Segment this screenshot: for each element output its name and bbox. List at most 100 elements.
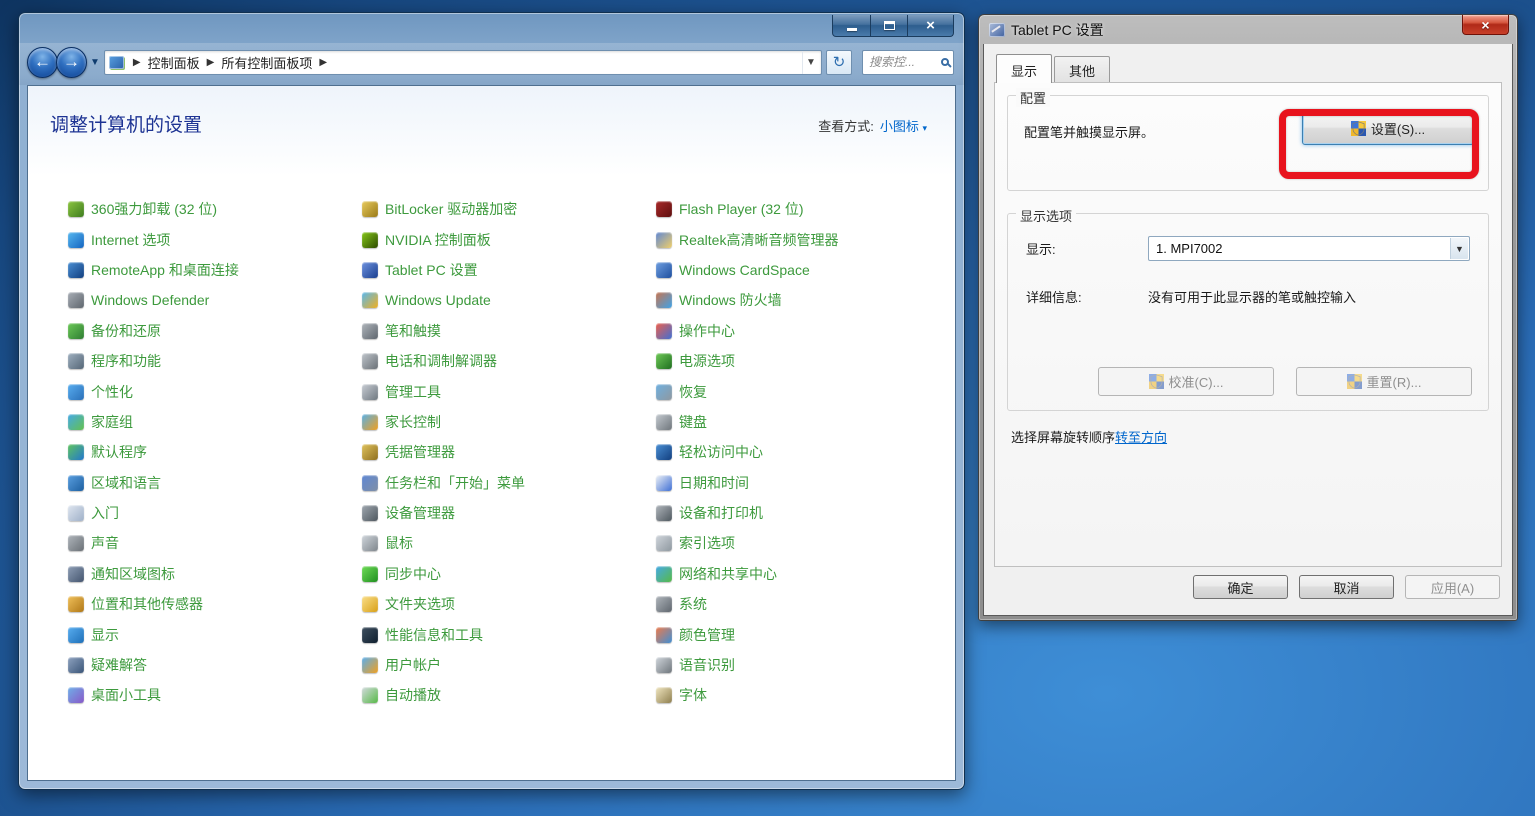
- item-label: Windows Defender: [91, 292, 209, 308]
- control-panel-item[interactable]: Flash Player (32 位): [656, 194, 950, 224]
- control-panel-item[interactable]: 管理工具: [362, 376, 656, 406]
- control-panel-item[interactable]: 家长控制: [362, 407, 656, 437]
- dialog-close-button[interactable]: ×: [1462, 15, 1509, 35]
- control-panel-item[interactable]: 语音识别: [656, 650, 950, 680]
- item-label: 键盘: [679, 412, 707, 432]
- control-panel-item[interactable]: 笔和触摸: [362, 316, 656, 346]
- control-panel-item[interactable]: 任务栏和「开始」菜单: [362, 468, 656, 498]
- close-button[interactable]: ×: [908, 15, 954, 37]
- maximize-button[interactable]: [871, 15, 908, 37]
- combo-dropdown-icon[interactable]: ▼: [1450, 238, 1468, 259]
- control-panel-item[interactable]: 日期和时间: [656, 468, 950, 498]
- item-label: 位置和其他传感器: [91, 594, 203, 614]
- control-panel-item[interactable]: 通知区域图标: [68, 559, 362, 589]
- search-box[interactable]: [862, 50, 954, 75]
- control-panel-item[interactable]: 电话和调制解调器: [362, 346, 656, 376]
- control-panel-item[interactable]: 同步中心: [362, 559, 656, 589]
- performance-tools-icon: [362, 627, 378, 643]
- item-label: Windows CardSpace: [679, 262, 810, 278]
- address-bar[interactable]: ▶ 控制面板 ▶ 所有控制面板项 ▶ ▼: [104, 50, 822, 75]
- control-panel-item[interactable]: 鼠标: [362, 528, 656, 558]
- dialog-title: Tablet PC 设置: [1011, 20, 1104, 40]
- item-label: 管理工具: [385, 382, 441, 402]
- control-panel-item[interactable]: Windows 防火墙: [656, 285, 950, 315]
- search-input[interactable]: [869, 55, 941, 69]
- rotation-order-text: 选择屏幕旋转顺序: [1011, 430, 1115, 445]
- item-label: 性能信息和工具: [385, 625, 483, 645]
- recent-pages-dropdown[interactable]: ▼: [90, 57, 100, 68]
- control-panel-item[interactable]: Internet 选项: [68, 224, 362, 254]
- go-to-orientation-link[interactable]: 转至方向: [1115, 430, 1167, 445]
- control-panel-item[interactable]: 360强力卸载 (32 位): [68, 194, 362, 224]
- tablet-pc-icon: [989, 23, 1005, 37]
- refresh-button[interactable]: ↻: [826, 50, 852, 75]
- control-panel-item[interactable]: 网络和共享中心: [656, 559, 950, 589]
- control-panel-item[interactable]: Windows CardSpace: [656, 255, 950, 285]
- control-panel-item[interactable]: Windows Defender: [68, 285, 362, 315]
- tab-other[interactable]: 其他: [1054, 56, 1110, 85]
- control-panel-item[interactable]: 疑难解答: [68, 650, 362, 680]
- item-label: 设备管理器: [385, 503, 455, 523]
- control-panel-item[interactable]: NVIDIA 控制面板: [362, 224, 656, 254]
- control-panel-item[interactable]: 备份和还原: [68, 316, 362, 346]
- phone-modem-icon: [362, 353, 378, 369]
- forward-button[interactable]: →: [56, 47, 87, 78]
- item-label: 语音识别: [679, 655, 735, 675]
- breadcrumb-chevron-icon[interactable]: ▶: [312, 57, 334, 68]
- control-panel-item[interactable]: 文件夹选项: [362, 589, 656, 619]
- control-panel-item[interactable]: 操作中心: [656, 316, 950, 346]
- address-dropdown-icon[interactable]: ▼: [802, 51, 819, 74]
- control-panel-item[interactable]: 程序和功能: [68, 346, 362, 376]
- control-panel-item[interactable]: 声音: [68, 528, 362, 558]
- control-panel-item[interactable]: 个性化: [68, 376, 362, 406]
- control-panel-item[interactable]: 设备和打印机: [656, 498, 950, 528]
- pen-touch-icon: [362, 323, 378, 339]
- breadcrumb-item[interactable]: 控制面板: [148, 53, 200, 72]
- tab-display[interactable]: 显示: [996, 54, 1052, 83]
- control-panel-item[interactable]: Realtek高清晰音频管理器: [656, 224, 950, 254]
- control-panel-item[interactable]: 用户帐户: [362, 650, 656, 680]
- uac-shield-icon: [1149, 374, 1164, 389]
- item-label: Windows Update: [385, 292, 491, 308]
- minimize-button[interactable]: [832, 15, 871, 37]
- control-panel-item[interactable]: 电源选项: [656, 346, 950, 376]
- control-panel-item[interactable]: 区域和语言: [68, 468, 362, 498]
- control-panel-item[interactable]: 位置和其他传感器: [68, 589, 362, 619]
- breadcrumb-item[interactable]: 所有控制面板项: [221, 53, 312, 72]
- control-panel-item[interactable]: 桌面小工具: [68, 680, 362, 710]
- item-label: 日期和时间: [679, 473, 749, 493]
- control-panel-item[interactable]: 索引选项: [656, 528, 950, 558]
- control-panel-item[interactable]: 自动播放: [362, 680, 656, 710]
- breadcrumb-chevron-icon[interactable]: ▶: [200, 57, 222, 68]
- back-button[interactable]: ←: [27, 47, 58, 78]
- control-panel-item[interactable]: 默认程序: [68, 437, 362, 467]
- personalization-icon: [68, 384, 84, 400]
- control-panel-item[interactable]: 轻松访问中心: [656, 437, 950, 467]
- control-panel-item[interactable]: Windows Update: [362, 285, 656, 315]
- control-panel-item[interactable]: 显示: [68, 619, 362, 649]
- dialog-titlebar[interactable]: Tablet PC 设置 ×: [983, 15, 1513, 44]
- breadcrumb-chevron-icon[interactable]: ▶: [126, 57, 148, 68]
- window-titlebar[interactable]: ×: [19, 13, 964, 43]
- display-select[interactable]: 1. MPI7002 ▼: [1148, 236, 1470, 261]
- control-panel-item[interactable]: 家庭组: [68, 407, 362, 437]
- control-panel-item[interactable]: 字体: [656, 680, 950, 710]
- ok-button[interactable]: 确定: [1193, 575, 1288, 599]
- control-panel-item[interactable]: 系统: [656, 589, 950, 619]
- control-panel-item[interactable]: 入门: [68, 498, 362, 528]
- backup-restore-icon: [68, 323, 84, 339]
- settings-button[interactable]: 设置(S)...: [1302, 112, 1474, 145]
- cancel-button[interactable]: 取消: [1299, 575, 1394, 599]
- display-select-value: 1. MPI7002: [1156, 241, 1223, 256]
- control-panel-item[interactable]: Tablet PC 设置: [362, 255, 656, 285]
- control-panel-item[interactable]: 颜色管理: [656, 619, 950, 649]
- view-by-dropdown[interactable]: 小图标 ▾: [880, 116, 927, 135]
- control-panel-item[interactable]: 设备管理器: [362, 498, 656, 528]
- control-panel-item[interactable]: BitLocker 驱动器加密: [362, 194, 656, 224]
- control-panel-item[interactable]: RemoteApp 和桌面连接: [68, 255, 362, 285]
- items-column-2: BitLocker 驱动器加密 NVIDIA 控制面板 Tablet PC 设置: [362, 194, 656, 711]
- control-panel-item[interactable]: 性能信息和工具: [362, 619, 656, 649]
- control-panel-item[interactable]: 键盘: [656, 407, 950, 437]
- control-panel-item[interactable]: 恢复: [656, 376, 950, 406]
- control-panel-item[interactable]: 凭据管理器: [362, 437, 656, 467]
